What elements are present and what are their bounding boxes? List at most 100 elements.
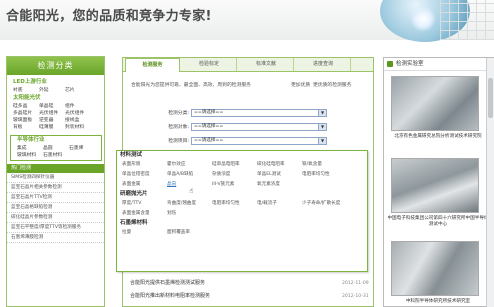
dropdown-option[interactable]: 单晶位错密度 <box>122 170 167 180</box>
lab-panel: 检测实验室 北京有色金属研究总院分析测试技术研究院 中国电子科技集团公司第四十六… <box>383 57 494 307</box>
category-semiconductor[interactable]: 半导体行业 <box>11 136 101 145</box>
solar-item[interactable]: 光伏组件 <box>65 110 91 117</box>
led-item[interactable]: 外延 <box>39 87 65 94</box>
news-item[interactable]: 合能阳光提供石墨烯检测测试服务 2012-11-09 <box>130 278 369 289</box>
dropdown-option[interactable]: 氧元素浓度 <box>257 180 302 190</box>
chevron-down-icon[interactable]: ▼ <box>318 123 326 130</box>
news-title[interactable]: 合能阳光推出新材料电阻率检测服务 <box>130 293 210 299</box>
solar-item[interactable]: 单晶硅 <box>39 103 65 110</box>
semi-item[interactable]: 石墨材料 <box>43 152 69 159</box>
solar-row: 多晶硅片 光伏组件 光伏组件 <box>7 110 104 117</box>
category-led[interactable]: LED上游行业 <box>7 78 104 87</box>
query-row-category: 检测分类: ==请选择== ▼ <box>158 108 327 117</box>
dropdown-option[interactable]: 弯曲度/翘曲度 <box>167 199 212 209</box>
dropdown-option[interactable]: 电阻率均匀性 <box>302 170 347 180</box>
item-select[interactable]: ==请选择== ▼ <box>191 136 327 145</box>
hot-test-link[interactable]: 蓝宝石晶格缺陷检测 <box>7 203 104 213</box>
news-date: 2012-11-09 <box>342 281 369 286</box>
solar-item[interactable]: 接线盒 <box>65 117 91 124</box>
category-select[interactable]: ==请选择== ▼ <box>191 108 327 117</box>
dropdown-option[interactable]: 划伤 <box>167 209 212 219</box>
led-item[interactable]: 衬底 <box>13 87 39 94</box>
dropdown-row: 表面金属 晶向 III-V族元素 氧元素浓度 <box>117 180 367 190</box>
solar-item[interactable]: 背板 <box>13 124 39 131</box>
news-title[interactable]: 合能阳光提供石墨烯检测测试服务 <box>130 280 205 286</box>
tab-calibration[interactable]: 检验标定 <box>182 58 237 71</box>
dropdown-option[interactable]: 电阻率均匀性 <box>212 199 257 209</box>
category-solar[interactable]: 太阳能光伏 <box>7 94 104 103</box>
dropdown-option[interactable]: 单晶A/B缺陷 <box>167 170 212 180</box>
lab-caption[interactable]: 北京有色金属研究总院分析测试技术研究院 <box>386 134 490 140</box>
dropdown-option[interactable]: III-V族元素 <box>212 180 257 190</box>
solar-item[interactable]: 逆变器 <box>39 117 65 124</box>
dropdown-option[interactable]: 铁/氧含量 <box>302 160 347 170</box>
dropdown-option[interactable]: 碳化硅电阻率 <box>257 160 302 170</box>
solar-row: 玻璃面板 逆变器 接线盒 <box>7 117 104 124</box>
hot-test-link[interactable]: 碳化硅晶片参数检测 <box>7 213 104 223</box>
solar-item[interactable]: 多晶硅片 <box>13 110 39 117</box>
hot-test-link[interactable]: 蓝宝石晶片相关参数检测 <box>7 183 104 193</box>
dropdown-section-title: 材料测试 <box>120 152 143 158</box>
lab-photo[interactable] <box>391 241 479 296</box>
semi-item[interactable]: 玻璃材料 <box>17 152 43 159</box>
dropdown-option[interactable]: 表面形貌 <box>122 160 167 170</box>
solar-item[interactable]: 硅多晶 <box>13 103 39 110</box>
hot-test-link[interactable]: 石墨烯薄膜检测 <box>7 233 104 243</box>
test-item-dropdown: 材料测试 表面形貌 霍尔效应 硅单晶电阻率 碳化硅电阻率 铁/氧含量 单晶位错密… <box>116 150 368 272</box>
hot-test-link[interactable]: 蓝宝石晶片TTV检测 <box>7 193 104 203</box>
dropdown-row: 厚度/TTV 弯曲度/翘曲度 电阻率均匀性 电/载流子 少子寿命/扩散长度 <box>117 199 367 209</box>
scrollbar-thumb[interactable] <box>488 78 493 118</box>
dropdown-section-title: 石墨烯材料 <box>120 220 148 226</box>
query-row-object: 检测对象: ==请选择== ▼ <box>158 122 327 131</box>
lab-photo[interactable] <box>391 158 479 213</box>
dropdown-option[interactable]: 硅单晶电阻率 <box>212 160 257 170</box>
chevron-down-icon[interactable]: ▼ <box>318 109 326 116</box>
query-intro: 合能阳光为您提供可靠、最全面、高效、周到的检测服务 <box>131 83 251 88</box>
dropdown-option[interactable]: 霍尔效应 <box>167 160 212 170</box>
solar-item[interactable]: 硅薄膜 <box>39 124 65 131</box>
more-link[interactable]: 更优质的检测服务 <box>313 81 351 88</box>
led-item[interactable]: 芯片 <box>65 87 91 94</box>
dropdown-option[interactable]: 拉曼 <box>122 228 167 238</box>
solar-item[interactable]: 玻璃面板 <box>13 117 39 124</box>
more-link[interactable]: 更加优质 <box>291 81 310 88</box>
solar-item[interactable]: 封装材料 <box>65 124 91 131</box>
semi-item[interactable]: 晶圆 <box>43 145 69 152</box>
dropdown-section-title: 研磨抛光片 <box>120 191 148 197</box>
field-label: 检测分类: <box>168 111 189 116</box>
dropdown-option[interactable]: 表面金属含量 <box>122 209 167 219</box>
dropdown-option[interactable]: 面积覆盖率 <box>167 228 212 238</box>
dropdown-option[interactable]: 厚度/TTV <box>122 199 167 209</box>
solar-item[interactable]: 光伏组件 <box>39 110 65 117</box>
tab-standards[interactable]: 标准文献 <box>239 58 294 71</box>
category-sidebar: 检测分类 LED上游行业 衬底 外延 芯片 太阳能光伏 硅多晶 单晶硅 组件 多… <box>6 56 105 307</box>
sidebar-title: 检测分类 <box>7 57 104 75</box>
news-item[interactable]: 合能阳光推出新材料电阻率检测服务 2012-10-31 <box>130 291 369 302</box>
tab-progress[interactable]: 进度查询 <box>296 58 351 71</box>
dropdown-option[interactable]: 表面金属 <box>122 180 167 190</box>
lab-caption[interactable]: 中国电子科技集团公司第四十六研究所中国半导体测试中心 <box>386 216 490 228</box>
lab-caption[interactable]: 中科院半导体研究所技术研究室 <box>386 299 490 305</box>
hot-test-link[interactable]: 蓝宝石平整度/厚度TTV等检测服务 <box>7 223 104 233</box>
lab-photo[interactable] <box>391 76 479 131</box>
object-select[interactable]: ==请选择== ▼ <box>191 122 327 131</box>
semi-row: 玻璃材料 石墨材料 <box>11 152 101 159</box>
tab-test-service[interactable]: 检测服务 <box>125 58 180 72</box>
dropdown-option[interactable]: 电/载流子 <box>257 199 302 209</box>
lab-icon <box>387 61 393 67</box>
dropdown-option[interactable]: 单晶EL测试 <box>257 170 302 180</box>
semi-item[interactable]: 集成 <box>17 145 43 152</box>
dropdown-option[interactable]: 少子寿命/扩散长度 <box>302 199 347 209</box>
solar-item[interactable]: 组件 <box>65 103 91 110</box>
vertical-scrollbar[interactable] <box>486 58 494 307</box>
hot-test-link[interactable]: SIMS检测四探针仪器 <box>7 173 104 183</box>
dropdown-row: 表面形貌 霍尔效应 硅单晶电阻率 碳化硅电阻率 铁/氧含量 <box>117 160 367 170</box>
news-date: 2012-10-31 <box>342 294 369 299</box>
dropdown-option[interactable]: 杂质浓度 <box>212 170 257 180</box>
grid-graphic <box>440 0 494 40</box>
hand-cursor-icon: ☝ <box>189 187 194 195</box>
semi-item[interactable]: 石墨烯 <box>69 145 95 152</box>
field-label: 检测项目: <box>168 139 189 144</box>
chevron-down-icon[interactable]: ▼ <box>318 137 326 144</box>
dropdown-row: 拉曼 面积覆盖率 <box>117 228 367 238</box>
